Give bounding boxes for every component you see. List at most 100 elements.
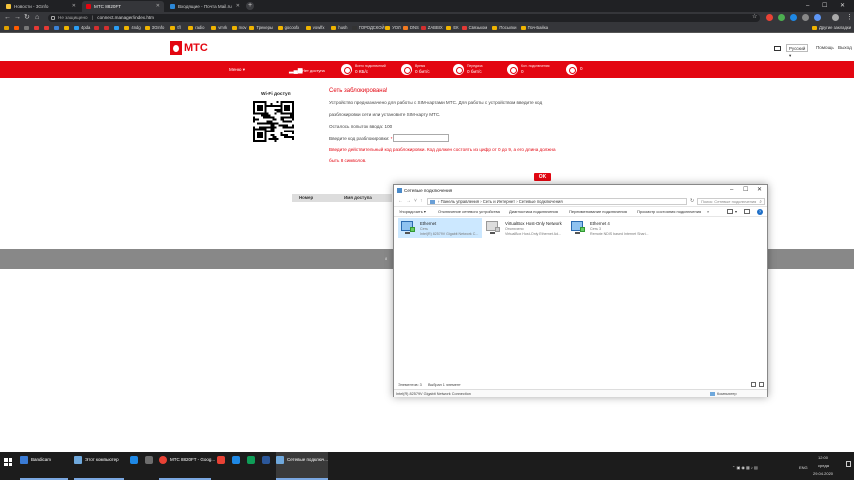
bookmark-item[interactable]: gocoofx [277,23,299,33]
more-icon[interactable]: » [707,207,709,217]
adapter-ethernet-4[interactable]: Ethernet 4 Сеть 3 Remote NDIS based Inte… [568,218,652,238]
bookmark-item[interactable]: hush [331,23,347,33]
minimize-icon[interactable]: – [730,185,733,196]
breadcrumb-item[interactable]: Сеть и Интернет [483,199,515,204]
bookmark-item[interactable]: 4pda [74,23,90,33]
ok-button[interactable]: OK [534,173,551,181]
minimize-icon[interactable]: – [806,1,809,11]
help-icon[interactable]: ? [757,209,763,215]
bookmark-item[interactable]: ZABBIX [420,23,443,33]
monitor-icon[interactable] [774,46,781,51]
close-icon[interactable]: ✕ [72,1,76,12]
close-icon[interactable]: ✕ [156,1,160,12]
taskbar-item-active[interactable]: Сетевые подключ... [276,452,328,480]
extension-icon[interactable] [778,14,785,21]
view-options-icon[interactable] [727,209,733,214]
mts-logo[interactable]: МТС [170,41,210,55]
browser-tab[interactable]: Входящие - Почта Mail.ru ✕ [166,1,244,12]
bookmark-item[interactable]: ГОРОДСКОЙ [351,23,384,33]
menu-dots-icon[interactable]: ⋮ [846,12,853,23]
extension-icon[interactable] [802,14,809,21]
stat-value: 0 бит/с [415,69,430,74]
refresh-icon[interactable]: ↻ [690,198,694,204]
pinned-app-icon[interactable] [232,456,240,464]
adapter-virtualbox[interactable]: VirtualBox Host-Only Network Отключено V… [483,218,567,238]
bookmark-item[interactable]: Связьком [461,23,487,33]
new-tab-button[interactable]: + [246,2,254,10]
bookmark-item[interactable]: vmrk [211,23,227,33]
details-view-icon[interactable] [751,382,756,387]
bookmark-icon [4,26,9,30]
close-icon[interactable]: ✕ [236,1,240,12]
language-select[interactable]: Русский ▾ [786,44,808,58]
maximize-icon[interactable]: ☐ [743,185,748,196]
puk-input[interactable] [393,134,449,142]
notification-icon[interactable] [846,461,851,467]
bookmark-item[interactable]: DNS [403,23,419,33]
close-window-icon[interactable]: ✕ [840,1,845,11]
network-folder-icon [276,456,284,464]
home-icon[interactable]: ⌂ [35,12,39,23]
taskbar-item[interactable]: МТС 8820FT - Goog... [159,452,215,480]
forward-icon[interactable]: → [14,12,21,23]
disable-device-button[interactable]: Отключение сетевого устройства [438,207,500,217]
bookmark-item[interactable]: 4ndg [124,23,141,33]
up-icon[interactable]: ↑ [420,196,423,207]
bookmark-item[interactable]: vowlfx [305,23,324,33]
pinned-app-icon[interactable] [247,456,255,464]
bookmark-item[interactable]: 3GInfo [144,23,164,33]
breadcrumb-item[interactable]: Панель управления [441,199,479,204]
chevron-down-icon[interactable]: ˅ [414,196,417,207]
extension-icon[interactable] [790,14,797,21]
rename-button[interactable]: Переименование подключения [569,207,627,217]
taskbar-item[interactable]: Этот компьютер [74,452,124,480]
extension-icon[interactable] [766,14,773,21]
back-icon[interactable]: ← [398,196,403,207]
bookmark-item[interactable]: Поч-Байка [520,23,548,33]
language-indicator[interactable]: ENG [799,465,808,470]
icons-view-icon[interactable] [759,382,764,387]
chevron-down-icon[interactable]: ▾ [735,207,737,217]
pinned-app-icon[interactable] [130,456,138,464]
clock-day[interactable]: среда [818,463,829,468]
help-link[interactable]: Помощь [816,45,834,50]
other-bookmarks[interactable]: Другие закладки [812,23,851,33]
taskbar-item[interactable]: Bandicam [20,452,68,480]
avatar[interactable] [832,14,839,21]
windows-start-icon[interactable] [4,458,12,466]
maximize-icon[interactable]: ☐ [822,1,827,11]
adapter-ethernet[interactable]: Ethernet Сеть Intel(R) 82579V Gigabit Ne… [398,218,482,238]
star-icon[interactable]: ☆ [752,12,757,23]
browser-tab-active[interactable]: МТС 8820FT ✕ [82,1,164,12]
diagnose-button[interactable]: Диагностика подключения [509,207,558,217]
back-icon[interactable]: ← [4,12,11,23]
url-field[interactable]: Не защищено | connect.manager/index.htm [48,13,760,22]
browser-tab[interactable]: Новости - 3Gnfo ✕ [2,1,80,12]
search-input[interactable]: Поиск: Сетевые подключения ⌕ [697,198,765,205]
bookmark-item[interactable]: mov [231,23,247,33]
extension-icon[interactable] [814,14,821,21]
bookmark-item[interactable]: Трекеры [249,23,273,33]
breadcrumb[interactable]: › Панель управления › Сеть и Интернет › … [427,198,687,205]
view-status-button[interactable]: Просмотр состояния подключения [637,207,701,217]
puk-label-text: Введите код разблокировки: [329,136,390,141]
logout-link[interactable]: Выход [838,45,852,50]
pinned-app-icon[interactable] [217,456,225,464]
forward-icon[interactable]: → [406,196,411,207]
bookmark-item[interactable]: radio [188,23,205,33]
close-icon[interactable]: ✕ [757,185,762,196]
bookmark-item[interactable]: УОЛ [385,23,401,33]
clock-time[interactable]: 12:00 [818,455,828,460]
bookmark-item[interactable]: Посылки [492,23,516,33]
clock-date[interactable]: 29.04.2020 [813,471,833,476]
reload-icon[interactable]: ↻ [24,12,30,23]
menu-button[interactable]: Меню ▾ [229,61,245,78]
organize-button[interactable]: Упорядочить ▾ [399,207,426,217]
preview-pane-icon[interactable] [744,209,750,214]
pinned-app-icon[interactable] [145,456,153,464]
pinned-app-icon[interactable] [262,456,270,464]
tray-icons[interactable]: ⌃ ▣ ◉ ▦ ♪ ▤ [732,465,758,470]
bookmark-item[interactable]: tfl [170,23,181,33]
bookmark-item[interactable]: ЕК [446,23,459,33]
breadcrumb-item[interactable]: Сетевые подключения [519,199,563,204]
